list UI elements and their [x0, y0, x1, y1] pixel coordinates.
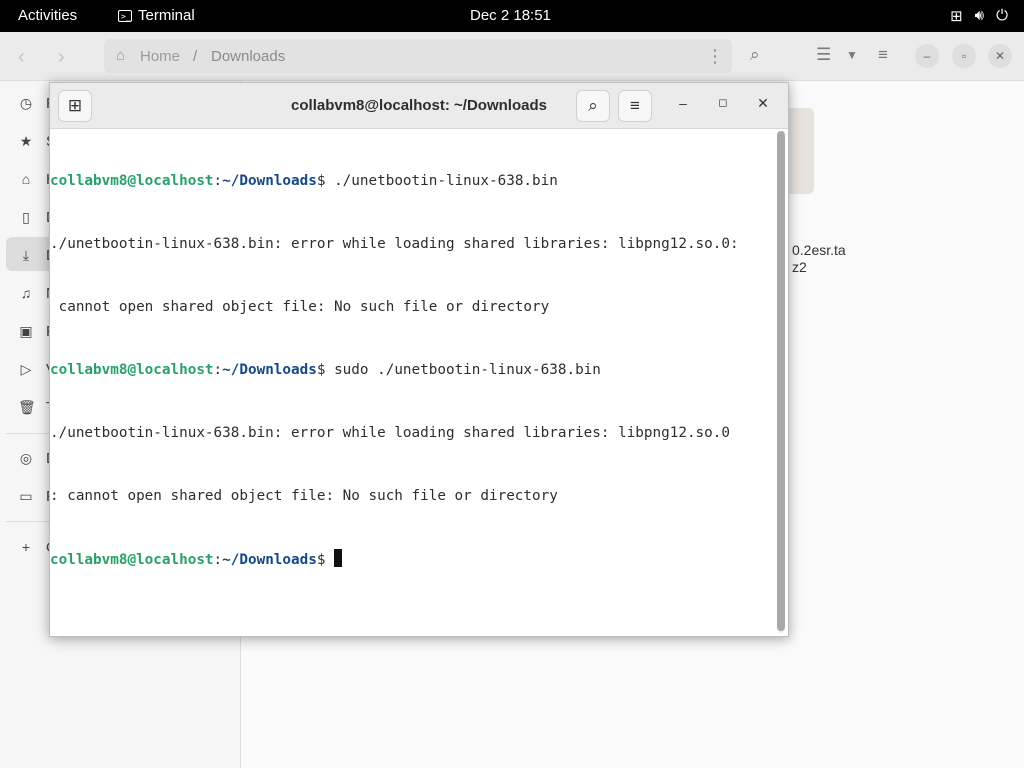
terminal-minimize-button[interactable]: –	[672, 95, 694, 111]
terminal-line: collabvm8@localhost:~/Downloads$ sudo ./…	[50, 362, 601, 378]
app-name: Terminal	[138, 7, 195, 24]
picture-icon: ▣	[19, 322, 33, 339]
chevron-down-icon[interactable]: ▼	[846, 48, 858, 62]
path-separator: /	[193, 48, 198, 65]
terminal-window[interactable]: ⊞ collabvm8@localhost: ~/Downloads ⌕ ≡ –…	[49, 82, 789, 637]
trash-icon: 🗑︎	[18, 398, 36, 415]
plus-icon: +	[21, 539, 31, 555]
activities-button[interactable]: Activities	[18, 7, 77, 24]
clock[interactable]: Dec 2 18:51	[470, 7, 551, 24]
search-icon[interactable]: ⌕	[750, 45, 760, 65]
star-icon: ★	[19, 132, 33, 149]
file-name-line1: 0.2esr.ta	[792, 242, 846, 258]
path-bar[interactable]: ⌂ Home / Downloads ⋮	[104, 39, 732, 73]
disc-icon: ◎	[19, 449, 33, 466]
maximize-button[interactable]: ▫	[952, 44, 976, 68]
home-icon: ⌂	[116, 47, 126, 64]
clock-icon: ◷	[19, 94, 33, 111]
power-icon[interactable]: ⏻	[996, 7, 1008, 25]
network-icon[interactable]: ⊞	[950, 7, 963, 25]
music-icon: ♫	[20, 285, 32, 301]
minimize-button[interactable]: –	[915, 44, 939, 68]
forward-button[interactable]: ›	[58, 46, 65, 69]
path-menu-icon[interactable]: ⋮	[706, 46, 724, 67]
terminal-screen[interactable]: collabvm8@localhost:~/Downloads$ ./unetb…	[50, 129, 774, 635]
file-manager-header: ‹ › ⌂ Home / Downloads ⋮ ⌕ ☰ ▼ ≡ – ▫ ✕	[0, 32, 1024, 81]
terminal-line: collabvm8@localhost:~/Downloads$	[50, 549, 774, 570]
search-icon: ⌕	[588, 96, 598, 115]
terminal-line: ./unetbootin-linux-638.bin: error while …	[50, 425, 730, 441]
document-icon: ▯	[22, 208, 30, 225]
terminal-line: : cannot open shared object file: No suc…	[50, 488, 558, 504]
terminal-line: collabvm8@localhost:~/Downloads$ ./unetb…	[50, 173, 558, 189]
video-icon: ▷	[20, 360, 32, 377]
terminal-maximize-button[interactable]: ◻	[712, 96, 734, 109]
file-name-line2: z2	[792, 259, 807, 275]
download-icon: ⤓	[22, 246, 30, 263]
path-home[interactable]: Home	[140, 48, 180, 65]
terminal-cursor	[334, 549, 343, 567]
terminal-menu-button[interactable]: ≡	[618, 90, 652, 122]
terminal-close-button[interactable]: ✕	[752, 95, 774, 112]
path-current[interactable]: Downloads	[211, 48, 285, 65]
terminal-line: ./unetbootin-linux-638.bin: error while …	[50, 236, 739, 252]
system-tray[interactable]: ⊞ 🔊︎ ⏻	[950, 7, 1008, 25]
home-icon: ⌂	[21, 171, 31, 187]
drive-icon: ▭	[19, 487, 33, 504]
list-view-icon[interactable]: ☰	[816, 45, 831, 65]
volume-icon[interactable]: 🔊︎	[975, 7, 984, 25]
close-button[interactable]: ✕	[988, 44, 1012, 68]
menu-icon[interactable]: ≡	[878, 45, 888, 65]
terminal-search-button[interactable]: ⌕	[576, 90, 610, 122]
terminal-scrollbar-thumb[interactable]	[777, 131, 785, 631]
back-button[interactable]: ‹	[18, 46, 25, 69]
top-bar: Activities >_ Terminal Dec 2 18:51 ⊞ 🔊︎ …	[0, 0, 1024, 32]
hamburger-menu-icon: ≡	[630, 96, 640, 115]
terminal-icon: >_	[118, 9, 132, 22]
app-menu[interactable]: >_ Terminal	[118, 7, 195, 24]
terminal-titlebar[interactable]: ⊞ collabvm8@localhost: ~/Downloads ⌕ ≡ –…	[50, 83, 788, 129]
terminal-line: cannot open shared object file: No such …	[50, 299, 550, 315]
